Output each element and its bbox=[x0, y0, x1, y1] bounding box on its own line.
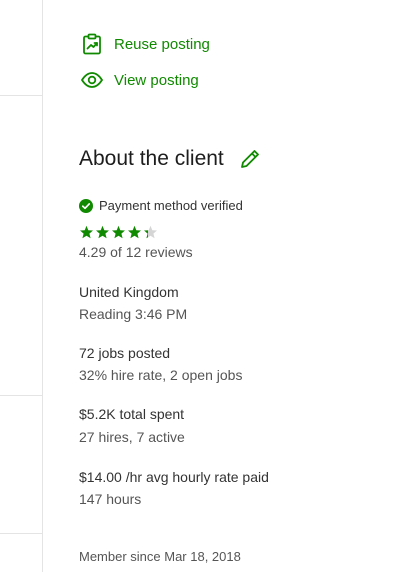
pencil-icon[interactable] bbox=[238, 147, 262, 171]
clipboard-chart-icon bbox=[80, 32, 104, 56]
reuse-posting-link[interactable]: Reuse posting bbox=[80, 32, 210, 56]
total-hours: 147 hours bbox=[79, 491, 142, 507]
hires-active: 27 hires, 7 active bbox=[79, 429, 185, 445]
about-client-header: About the client bbox=[79, 147, 262, 171]
view-posting-label: View posting bbox=[114, 71, 199, 89]
star-rating bbox=[79, 225, 159, 240]
star-icon bbox=[144, 225, 157, 239]
payment-status: Payment method verified bbox=[99, 198, 243, 213]
total-spent: $5.2K total spent bbox=[79, 406, 185, 422]
divider bbox=[0, 395, 42, 396]
star-icon bbox=[128, 225, 141, 239]
divider bbox=[0, 95, 42, 96]
client-city-time: Reading 3:46 PM bbox=[79, 306, 188, 322]
divider bbox=[0, 533, 42, 534]
payment-verified: Payment method verified bbox=[79, 198, 243, 213]
client-country: United Kingdom bbox=[79, 284, 179, 300]
star-icon bbox=[96, 225, 109, 239]
reuse-posting-label: Reuse posting bbox=[114, 35, 210, 53]
view-posting-link[interactable]: View posting bbox=[80, 68, 199, 92]
eye-icon bbox=[80, 68, 104, 92]
avg-hourly-rate: $14.00 /hr avg hourly rate paid bbox=[79, 469, 269, 485]
check-circle-icon bbox=[79, 198, 93, 213]
star-icon bbox=[112, 225, 125, 239]
jobs-posted: 72 jobs posted bbox=[79, 345, 171, 361]
hire-rate: 32% hire rate, 2 open jobs bbox=[79, 367, 243, 383]
left-column bbox=[0, 0, 43, 572]
member-since: Member since Mar 18, 2018 bbox=[79, 549, 241, 564]
reviews-text: 4.29 of 12 reviews bbox=[79, 244, 193, 260]
star-icon bbox=[80, 225, 93, 239]
about-client-title: About the client bbox=[79, 147, 224, 170]
